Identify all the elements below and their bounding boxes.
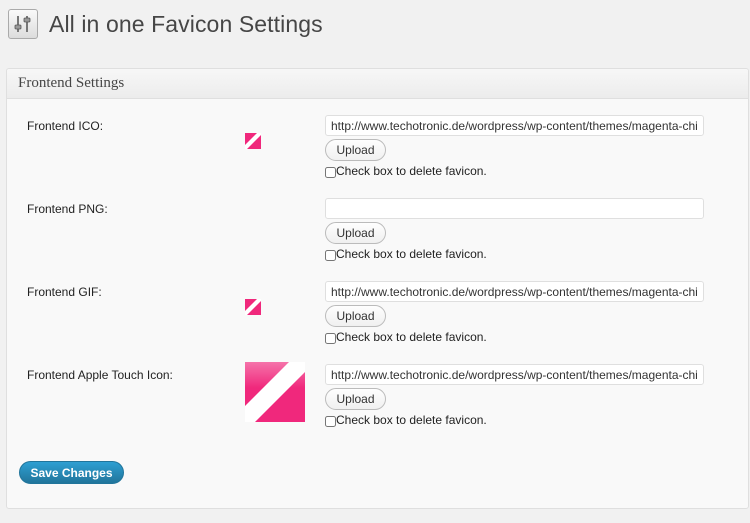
delete-favicon-option[interactable]: Check box to delete favicon. [325, 247, 487, 261]
apple-touch-preview-icon [245, 362, 305, 422]
favicon-url-input[interactable] [325, 364, 704, 385]
upload-button[interactable]: Upload [325, 222, 386, 244]
delete-favicon-option[interactable]: Check box to delete favicon. [325, 413, 487, 427]
upload-button[interactable]: Upload [325, 305, 386, 327]
delete-favicon-label: Check box to delete favicon. [336, 247, 487, 261]
delete-favicon-checkbox[interactable] [325, 249, 336, 261]
upload-button[interactable]: Upload [325, 388, 386, 410]
delete-favicon-label: Check box to delete favicon. [336, 330, 487, 344]
field-row-ico: Frontend ICO: Upload Check box to delete… [7, 115, 748, 199]
delete-favicon-checkbox[interactable] [325, 415, 336, 427]
upload-button[interactable]: Upload [325, 139, 386, 161]
delete-favicon-option[interactable]: Check box to delete favicon. [325, 164, 487, 178]
favicon-url-input[interactable] [325, 198, 704, 219]
favicon-url-input[interactable] [325, 115, 704, 136]
field-label: Frontend PNG: [27, 202, 108, 216]
save-changes-button[interactable]: Save Changes [19, 461, 124, 484]
field-label: Frontend GIF: [27, 285, 102, 299]
delete-favicon-checkbox[interactable] [325, 332, 336, 344]
settings-sliders-icon [8, 9, 38, 39]
favicon-url-input[interactable] [325, 281, 704, 302]
field-row-apple-touch: Frontend Apple Touch Icon: Upload Check … [7, 362, 748, 448]
field-label: Frontend ICO: [27, 119, 104, 133]
delete-favicon-label: Check box to delete favicon. [336, 413, 487, 427]
field-label: Frontend Apple Touch Icon: [27, 368, 173, 382]
delete-favicon-option[interactable]: Check box to delete favicon. [325, 330, 487, 344]
settings-panel: Frontend Settings Frontend ICO: Upload C… [6, 68, 749, 509]
page-title: All in one Favicon Settings [49, 10, 323, 37]
field-row-gif: Frontend GIF: Upload Check box to delete… [7, 281, 748, 365]
section-title: Frontend Settings [7, 69, 748, 99]
favicon-preview-icon [245, 299, 261, 315]
page-header: All in one Favicon Settings [8, 6, 323, 42]
delete-favicon-checkbox[interactable] [325, 166, 336, 178]
delete-favicon-label: Check box to delete favicon. [336, 164, 487, 178]
field-row-png: Frontend PNG: Upload Check box to delete… [7, 198, 748, 282]
favicon-preview-icon [245, 133, 261, 149]
